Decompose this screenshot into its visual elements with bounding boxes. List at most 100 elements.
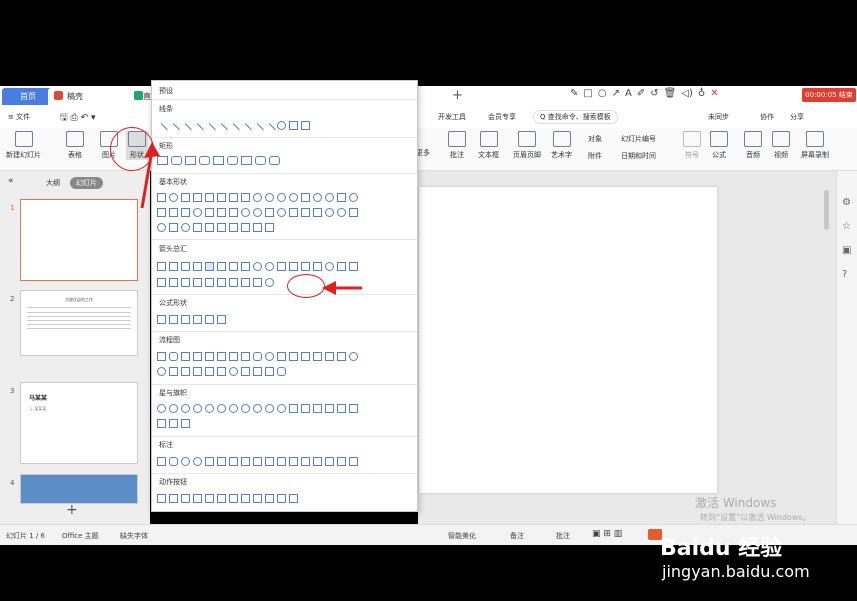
circle-icon[interactable]: ○ — [598, 88, 607, 104]
highlight-circle-shape — [287, 274, 325, 298]
slide-thumbnail-2[interactable]: 大理往返的工作 — [20, 290, 138, 356]
equation-shapes[interactable] — [157, 315, 226, 324]
screen-record-label: 屏幕录制 — [801, 151, 829, 159]
presentation-icon — [134, 91, 143, 100]
slide-number: 4 — [10, 479, 15, 487]
beautify-button[interactable]: 智能美化 — [448, 531, 476, 541]
menu-file[interactable]: ≡ 文件 — [8, 112, 30, 122]
stars-row1[interactable] — [157, 404, 358, 413]
table-icon — [66, 131, 84, 147]
quick-access-icons[interactable]: 🖫 ⎙ ↶ ▾ — [60, 110, 96, 126]
arrow-icon[interactable]: ↗ — [612, 88, 620, 104]
header-footer-icon — [518, 131, 536, 147]
baidu-jingyan-logo: Baidu 经验 — [660, 536, 783, 561]
textbox-button[interactable]: 文本框 — [478, 131, 499, 160]
thumb-subtitle: 上 某某某 — [29, 406, 47, 411]
slide-number-button[interactable]: 幻灯片编号 — [621, 134, 656, 144]
notes-button[interactable]: 备注 — [510, 531, 524, 541]
menu-row: ≡ 文件 🖫 ⎙ ↶ ▾ 开发工具 会员专享 Q 查找命令、搜索模板 未同步 协… — [0, 106, 857, 129]
baidu-jingyan-url: jingyan.baidu.com — [662, 562, 810, 581]
comments-button[interactable]: 批注 — [556, 531, 570, 541]
symbol-icon — [683, 131, 701, 147]
recording-timer[interactable]: 00:00:05 结束 — [802, 88, 856, 102]
text-icon[interactable]: A — [625, 88, 632, 104]
mic-icon[interactable]: ♁ — [698, 88, 705, 104]
menu-member[interactable]: 会员专享 — [488, 112, 516, 122]
flowchart-row1[interactable] — [157, 352, 358, 361]
screen-record-button[interactable]: 屏幕录制 — [801, 131, 829, 160]
section-flowchart: 流程图 — [159, 336, 180, 344]
callout-shapes[interactable] — [157, 457, 358, 466]
symbol-button[interactable]: 符号 — [683, 131, 701, 160]
sidebar-icons[interactable]: ⚙ ☆ ▣? — [842, 191, 857, 287]
arrow-shapes-row1[interactable] — [157, 262, 358, 271]
audio-label: 音频 — [746, 151, 760, 159]
arrow-shapes-row2[interactable] — [157, 278, 274, 287]
tab-home[interactable]: 首页 — [2, 88, 54, 105]
undo-icon[interactable]: ↺ — [650, 88, 658, 104]
collapse-panel-button[interactable]: « — [2, 175, 20, 187]
slide-thumbnail-4[interactable] — [20, 474, 138, 504]
view-buttons[interactable]: ▣ ⊞ ▥ — [592, 529, 622, 539]
basic-shapes-row3[interactable] — [157, 223, 274, 232]
share-button[interactable]: 分享 — [790, 112, 804, 122]
preset-title: 预设 — [159, 87, 173, 95]
sync-status[interactable]: 未同步 — [708, 112, 729, 122]
section-action-buttons: 动作按钮 — [159, 478, 187, 486]
section-callouts: 标注 — [159, 441, 173, 449]
comment-icon — [448, 131, 466, 147]
wps-doc-icon — [54, 91, 63, 100]
formula-icon — [710, 131, 728, 147]
action-button-shapes[interactable] — [157, 494, 298, 503]
pen-icon[interactable]: ✎ — [570, 88, 578, 104]
new-tab-button[interactable]: + — [452, 88, 463, 103]
tab-document[interactable]: 稿壳 — [48, 88, 132, 105]
add-slide-button[interactable]: + — [66, 502, 78, 518]
collab-button[interactable]: 协作 — [760, 112, 774, 122]
video-button[interactable]: 视频 — [772, 131, 790, 160]
comment-button[interactable]: 批注 — [448, 131, 466, 160]
new-slide-label: 新建幻灯片 — [6, 151, 41, 159]
attachment-button[interactable]: 附件 — [588, 151, 602, 161]
wordart-icon — [552, 131, 571, 147]
video-icon — [772, 131, 790, 147]
close-icon[interactable]: ✕ — [710, 88, 718, 104]
speaker-icon[interactable]: ◁) — [681, 88, 693, 104]
highlighter-icon[interactable]: ✐ — [637, 88, 645, 104]
audio-button[interactable]: 音频 — [744, 131, 762, 160]
scroll-thumb[interactable] — [824, 190, 829, 230]
slide-thumbnail-3[interactable]: 马某某 上 某某某 — [20, 382, 138, 464]
missing-font-button[interactable]: 缺失字体 — [120, 531, 148, 541]
wordart-button[interactable]: 艺术字 — [551, 131, 572, 160]
trash-icon[interactable]: 🗑 — [664, 88, 677, 104]
rectangle-shapes[interactable] — [157, 156, 280, 165]
new-slide-button[interactable]: 新建幻灯片 — [6, 131, 41, 160]
rectangle-icon[interactable]: □ — [583, 88, 592, 104]
basic-shapes-row2[interactable] — [157, 208, 358, 217]
vertical-scrollbar[interactable] — [822, 180, 831, 510]
thumb-title: 大理往返的工作 — [65, 297, 93, 302]
line-shapes[interactable] — [155, 121, 310, 136]
flowchart-row2[interactable] — [157, 367, 286, 376]
formula-button[interactable]: 公式 — [710, 131, 728, 160]
tab-outline[interactable]: 大纲 — [40, 177, 66, 189]
circular-arrow-shape[interactable] — [265, 278, 274, 287]
thumb-title: 马某某 — [29, 395, 48, 402]
annotation-arrow-up-icon — [140, 142, 160, 209]
slide-thumbnail-1[interactable] — [20, 199, 138, 281]
header-footer-label: 页眉页脚 — [513, 151, 541, 159]
textbox-icon — [479, 131, 498, 147]
menu-dev-tools[interactable]: 开发工具 — [438, 112, 466, 122]
slide-canvas[interactable] — [419, 187, 717, 493]
tab-current-label: 直 — [143, 92, 151, 101]
object-button[interactable]: 对象 — [588, 134, 602, 144]
stars-row2[interactable] — [157, 419, 190, 428]
command-search[interactable]: Q 查找命令、搜索模板 — [533, 110, 618, 124]
slide-number: 2 — [10, 295, 15, 303]
tab-slides[interactable]: 幻灯片 — [70, 177, 103, 189]
table-button[interactable]: 表格 — [66, 131, 84, 160]
section-lines: 线条 — [159, 105, 173, 113]
basic-shapes-row1[interactable] — [157, 193, 358, 202]
header-footer-button[interactable]: 页眉页脚 — [513, 131, 541, 160]
date-time-button[interactable]: 日期和时间 — [621, 151, 656, 161]
